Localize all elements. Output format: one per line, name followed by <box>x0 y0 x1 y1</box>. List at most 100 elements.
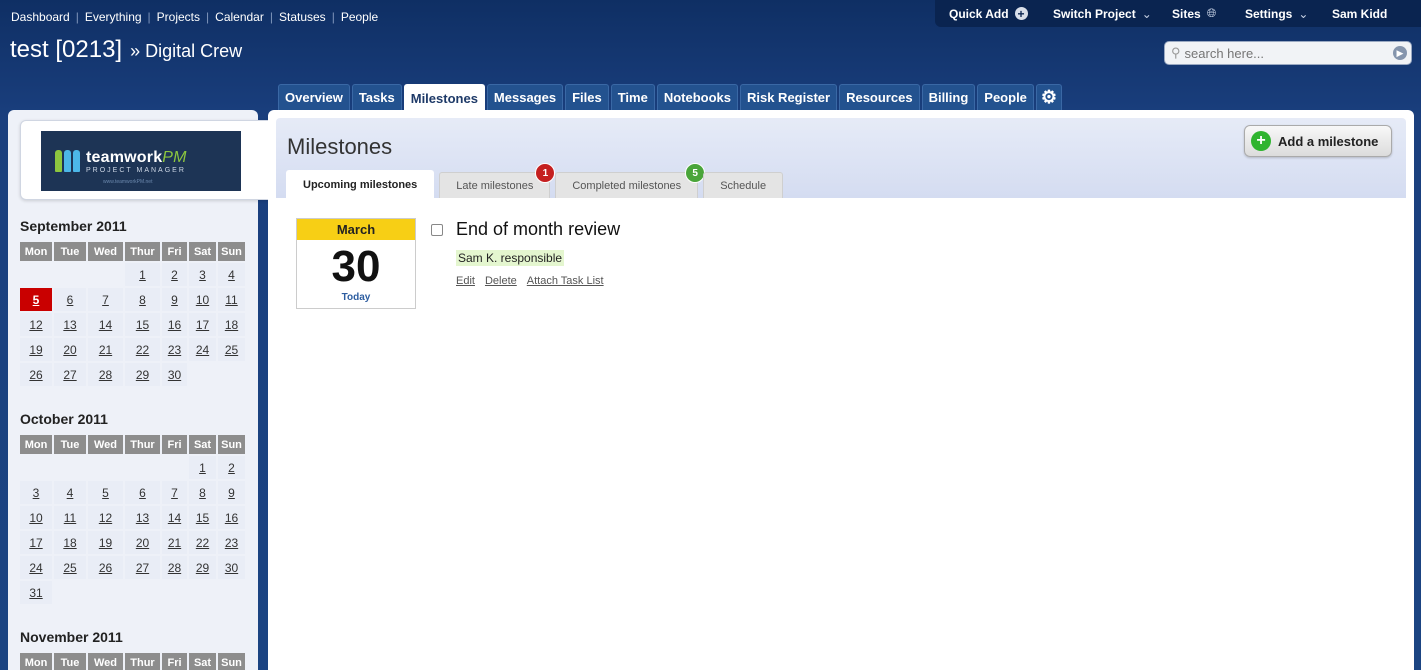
calendar-day[interactable]: 12 <box>88 506 123 529</box>
milestone-complete-checkbox[interactable] <box>431 224 443 236</box>
calendar-day[interactable]: 22 <box>189 531 216 554</box>
switch-project-button[interactable]: Switch Project ⌄ <box>1053 7 1152 21</box>
calendar-day[interactable]: 6 <box>54 288 86 311</box>
nav-people[interactable]: People <box>341 10 378 24</box>
tab-risk-register[interactable]: Risk Register <box>739 84 838 110</box>
calendar-day[interactable]: 17 <box>189 313 216 336</box>
calendar-day[interactable]: 25 <box>54 556 86 579</box>
settings-button[interactable]: Settings ⌄ <box>1245 7 1308 21</box>
calendar-day[interactable]: 26 <box>88 556 123 579</box>
tab-messages[interactable]: Messages <box>486 84 564 110</box>
calendar-day[interactable]: 9 <box>218 481 245 504</box>
calendar-day[interactable]: 25 <box>218 338 245 361</box>
calendar-day[interactable]: 11 <box>218 288 245 311</box>
calendar-day[interactable]: 1 <box>125 263 160 286</box>
add-milestone-button[interactable]: + Add a milestone <box>1244 125 1392 157</box>
attach-task-list-link[interactable]: Attach Task List <box>527 275 604 287</box>
calendar-day[interactable]: 14 <box>162 506 187 529</box>
tab-people[interactable]: People <box>977 84 1034 110</box>
calendar-day[interactable]: 16 <box>218 506 245 529</box>
nav-projects[interactable]: Projects <box>157 10 200 24</box>
quick-add-button[interactable]: Quick Add + <box>949 7 1028 21</box>
calendar-day[interactable]: 27 <box>125 556 160 579</box>
delete-link[interactable]: Delete <box>485 275 517 287</box>
calendar-day[interactable]: 24 <box>20 556 52 579</box>
calendar-day[interactable]: 22 <box>125 338 160 361</box>
add-icon: + <box>1251 131 1271 151</box>
tab-tasks[interactable]: Tasks <box>351 84 402 110</box>
calendar-day[interactable]: 2 <box>162 263 187 286</box>
calendar-day[interactable]: 18 <box>54 531 86 554</box>
calendar-day[interactable]: 7 <box>88 288 123 311</box>
calendar-day[interactable]: 5 <box>88 481 123 504</box>
calendar-day[interactable]: 28 <box>88 363 123 386</box>
sites-button[interactable]: Sites 🌐︎ <box>1172 6 1216 21</box>
gear-icon[interactable]: ⚙ <box>1035 84 1062 110</box>
calendar-day[interactable]: 3 <box>189 263 216 286</box>
calendar-day[interactable]: 21 <box>88 338 123 361</box>
calendar-day[interactable]: 17 <box>20 531 52 554</box>
tab-overview[interactable]: Overview <box>278 84 350 110</box>
calendar-day[interactable]: 1 <box>189 456 216 479</box>
calendar-day[interactable]: 29 <box>125 363 160 386</box>
nav-everything[interactable]: Everything <box>85 10 142 24</box>
calendar-day[interactable]: 16 <box>162 313 187 336</box>
nav-statuses[interactable]: Statuses <box>279 10 326 24</box>
calendar-day[interactable]: 31 <box>20 581 52 604</box>
calendar-day[interactable]: 30 <box>218 556 245 579</box>
nav-calendar[interactable]: Calendar <box>215 10 264 24</box>
search-input[interactable] <box>1184 45 1385 61</box>
calendar-day[interactable]: 23 <box>162 338 187 361</box>
calendar-day[interactable]: 10 <box>189 288 216 311</box>
teamwork-logo[interactable]: teamworkPM PROJECT MANAGER www.teamworkP… <box>41 131 241 191</box>
calendar-day[interactable]: 30 <box>162 363 187 386</box>
tab-billing[interactable]: Billing <box>921 84 976 110</box>
nav-dashboard[interactable]: Dashboard <box>11 10 70 24</box>
tab-milestones[interactable]: Milestones <box>403 84 485 111</box>
calendar-day[interactable]: 19 <box>88 531 123 554</box>
calendar-day[interactable]: 12 <box>20 313 52 336</box>
search-go-icon[interactable]: ▶ <box>1393 46 1407 60</box>
calendar-day[interactable]: 8 <box>125 288 160 311</box>
calendar-day[interactable]: 11 <box>54 506 86 529</box>
calendar-day[interactable]: 15 <box>125 313 160 336</box>
tab-time[interactable]: Time <box>610 84 655 110</box>
calendar-day[interactable]: 29 <box>189 556 216 579</box>
calendar-empty-cell <box>218 581 245 604</box>
tab-resources[interactable]: Resources <box>839 84 920 110</box>
calendar-day[interactable]: 15 <box>189 506 216 529</box>
subtab-completed[interactable]: Completed milestones 5 <box>555 163 706 198</box>
calendar-day[interactable]: 4 <box>54 481 86 504</box>
subtab-upcoming[interactable]: Upcoming milestones <box>286 170 435 198</box>
calendar-day[interactable]: 19 <box>20 338 52 361</box>
user-menu-button[interactable]: Sam Kidd <box>1332 7 1387 21</box>
subtab-schedule[interactable]: Schedule <box>703 172 784 198</box>
calendar-day[interactable]: 6 <box>125 481 160 504</box>
tab-files[interactable]: Files <box>565 84 609 110</box>
calendar-day[interactable]: 5 <box>20 288 52 311</box>
calendar-day[interactable]: 8 <box>189 481 216 504</box>
calendar-day[interactable]: 23 <box>218 531 245 554</box>
calendar-day[interactable]: 13 <box>125 506 160 529</box>
calendar-day[interactable]: 7 <box>162 481 187 504</box>
edit-link[interactable]: Edit <box>456 275 475 287</box>
calendar-day[interactable]: 10 <box>20 506 52 529</box>
calendar-day[interactable]: 4 <box>218 263 245 286</box>
calendar-day[interactable]: 20 <box>125 531 160 554</box>
calendar-day[interactable]: 28 <box>162 556 187 579</box>
calendar-day[interactable]: 9 <box>162 288 187 311</box>
calendar-day[interactable]: 14 <box>88 313 123 336</box>
calendar-day[interactable]: 13 <box>54 313 86 336</box>
tab-notebooks[interactable]: Notebooks <box>656 84 738 110</box>
calendar-day[interactable]: 2 <box>218 456 245 479</box>
calendar-day[interactable]: 26 <box>20 363 52 386</box>
company-name[interactable]: Digital Crew <box>145 41 242 62</box>
calendar-day[interactable]: 18 <box>218 313 245 336</box>
calendar-day[interactable]: 20 <box>54 338 86 361</box>
calendar-day[interactable]: 3 <box>20 481 52 504</box>
calendar-month-title: September 2011 <box>20 218 127 234</box>
calendar-day[interactable]: 24 <box>189 338 216 361</box>
calendar-day[interactable]: 21 <box>162 531 187 554</box>
subtab-late[interactable]: Late milestones 1 <box>439 163 556 198</box>
calendar-day[interactable]: 27 <box>54 363 86 386</box>
